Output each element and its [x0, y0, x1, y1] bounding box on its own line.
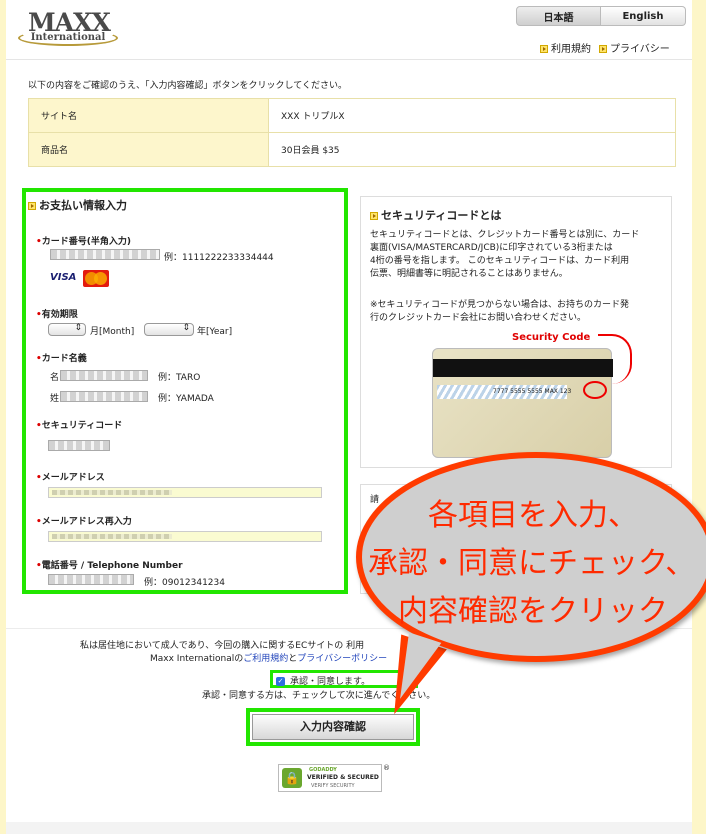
- table-row: サイト名 XXX トリプルX: [28, 98, 676, 133]
- card-number-example: 例：1111222233334444: [164, 253, 274, 263]
- bubble-line-3: 内容確認をクリック: [398, 594, 668, 629]
- site-value: XXX トリプルX: [268, 98, 676, 133]
- phone-example: 例：09012341234: [144, 578, 225, 588]
- product-value: 30日会員 $35: [268, 132, 676, 167]
- security-seal[interactable]: 🔒 GODADDY VERIFIED & SECURED VERIFY SECU…: [278, 764, 382, 792]
- security-info-line: ※セキュリティコードが見つからない場合は、お持ちのカード発: [370, 300, 630, 310]
- phone-input[interactable]: [48, 574, 134, 585]
- confirm-button[interactable]: 入力内容確認: [252, 714, 414, 740]
- top-links: 利用規約 プライバシー: [540, 40, 670, 55]
- first-name-label: 名: [50, 373, 60, 383]
- cardholder-label: •カード名義: [36, 354, 87, 364]
- updown-icon: ⇕: [74, 323, 82, 333]
- year-text: 年[Year]: [197, 327, 233, 337]
- callout-arrow-icon: [598, 334, 632, 384]
- visa-logo: VISA: [50, 272, 77, 283]
- bubble-line-1: 各項目を入力、: [428, 498, 638, 533]
- table-row: 商品名 30日会員 $35: [28, 132, 676, 167]
- email-confirm-input[interactable]: [48, 531, 322, 542]
- card-back-number: 7777 5555 5555 MAX 123: [493, 388, 572, 395]
- card-number-label: •カード番号(半角入力): [36, 237, 131, 247]
- seal-brand: GODADDY: [309, 767, 337, 773]
- security-info-line: 裏面(VISA/MASTERCARD/JCB)に印字されている3桁または: [370, 243, 613, 253]
- first-name-input[interactable]: [60, 370, 148, 381]
- last-name-label: 姓: [50, 394, 60, 404]
- card-number-input[interactable]: [50, 249, 160, 260]
- intro-text: 以下の内容をご確認のうえ、「入力内容確認」ボタンをクリックしてください。: [28, 81, 347, 91]
- security-info-line: 伝票、明細書等に明記されることはありません。: [370, 269, 568, 279]
- security-code-label: •セキュリティコード: [36, 421, 123, 431]
- lock-icon: 🔒: [282, 768, 302, 788]
- last-name-example: 例：YAMADA: [158, 394, 214, 404]
- logo-sub-text: International: [18, 30, 118, 46]
- email-label: •メールアドレス: [36, 473, 105, 483]
- security-code-callout: Security Code: [512, 332, 591, 343]
- privacy-link[interactable]: プライバシー: [599, 40, 670, 55]
- site-label: サイト名: [28, 98, 269, 133]
- last-name-input[interactable]: [60, 391, 148, 402]
- footer: [6, 822, 692, 834]
- month-text: 月[Month]: [90, 327, 135, 337]
- seal-line-1: VERIFIED & SECURED: [307, 774, 379, 781]
- agreement-text-2: Maxx Internationalのご利用規約とプライバシーポリシー: [150, 654, 388, 664]
- terms-of-use-link[interactable]: ご利用規約: [243, 654, 288, 664]
- agree-checkbox[interactable]: ✓: [276, 677, 285, 686]
- mastercard-logo: [83, 270, 109, 287]
- email-input[interactable]: [48, 487, 322, 498]
- email-confirm-label: •メールアドレス再入力: [36, 517, 132, 527]
- product-label: 商品名: [28, 132, 269, 167]
- arrow-icon: [599, 45, 607, 53]
- arrow-icon: [28, 202, 36, 210]
- phone-label: •電話番号 / Telephone Number: [36, 561, 183, 571]
- security-info-title: セキュリティコードとは: [370, 207, 501, 223]
- logo[interactable]: MAXX International: [16, 8, 120, 48]
- arrow-icon: [370, 212, 378, 220]
- arrow-icon: [540, 45, 548, 53]
- first-name-example: 例：TARO: [158, 373, 201, 383]
- seal-line-2: VERIFY SECURITY: [311, 783, 355, 789]
- security-info-line: セキュリティコードとは、クレジットカード番号とは別に、カード: [370, 230, 640, 240]
- bubble-line-2: 承認・同意にチェック、: [368, 546, 696, 581]
- secondary-info-text: 請: [370, 495, 380, 505]
- security-code-input[interactable]: [48, 440, 110, 451]
- language-switch: 日本語 English: [516, 6, 686, 26]
- order-info-table: サイト名 XXX トリプルX 商品名 30日会員 $35: [28, 98, 676, 167]
- lang-en-button[interactable]: English: [601, 6, 686, 26]
- header: MAXX International 日本語 English 利用規約 プライバ…: [6, 0, 692, 60]
- agreement-text-1: 私は居住地において成人であり、今回の購入に関するECサイトの 利用: [80, 641, 365, 651]
- expiry-label: •有効期限: [36, 310, 78, 320]
- security-info-line: 4桁の番号を指します。 このセキュリティコードは、カード利用: [370, 256, 630, 266]
- agree-checkbox-label[interactable]: 承認・同意します。: [290, 674, 370, 687]
- terms-link[interactable]: 利用規約: [540, 40, 591, 55]
- security-info-line: 行のクレジットカード会社にお問い合わせください。: [370, 313, 587, 323]
- updown-icon: ⇕: [182, 323, 190, 333]
- registered-mark: ®: [383, 764, 390, 772]
- card-back-image: 7777 5555 5555 MAX 123: [432, 348, 613, 458]
- lang-ja-button[interactable]: 日本語: [516, 6, 601, 26]
- magnetic-stripe: [433, 359, 613, 377]
- expiry-year-select[interactable]: ⇕: [144, 323, 194, 336]
- privacy-policy-link[interactable]: プライバシーポリシー: [297, 654, 387, 664]
- payment-title: お支払い情報入力: [28, 197, 127, 213]
- expiry-month-select[interactable]: ⇕: [48, 323, 86, 336]
